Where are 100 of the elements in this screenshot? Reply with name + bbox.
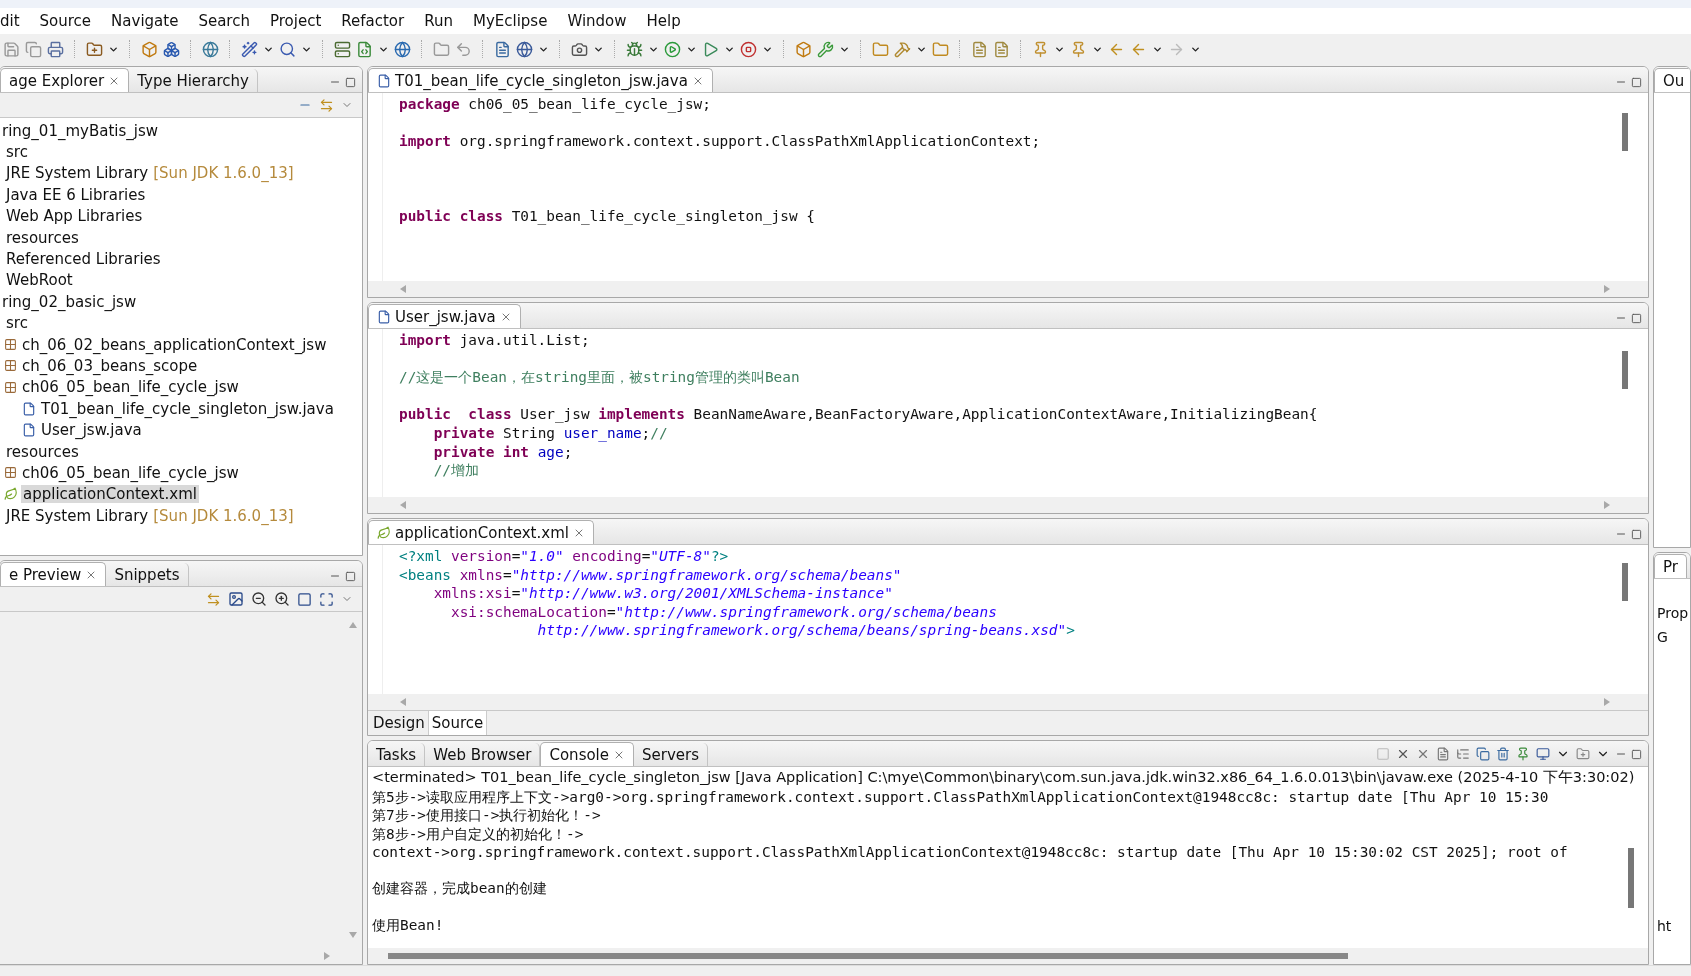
scrollbar-thumb[interactable] [1622,563,1628,601]
tree-item[interactable]: JRE System Library [4,164,151,183]
code-line: import java.util.List; [399,331,591,350]
tree-item[interactable]: ch06_05_bean_life_cycle_jsw [20,378,241,397]
tree-item[interactable]: T01_bean_life_cycle_singleton_jsw.java [39,399,336,418]
zoom-out-icon[interactable] [250,590,268,608]
copy-icon[interactable] [1475,746,1491,762]
panel-tab[interactable]: age Explorer [0,68,130,92]
java-file-icon [377,73,391,88]
panel-tab[interactable]: e Preview [0,562,107,586]
menu-item[interactable]: dit [0,12,30,32]
tree-item[interactable]: src [4,143,30,162]
menu-item[interactable]: Help [636,12,691,32]
document-icon[interactable] [493,39,512,59]
document-icon[interactable] [970,39,989,59]
folder-plus-icon[interactable] [85,39,104,59]
menu-item[interactable]: Window [557,12,637,32]
code-line: <?xml version="1.0" encoding="UTF-8"?> [399,547,730,566]
tree-item[interactable]: Java EE 6 Libraries [4,185,148,204]
maximize-icon[interactable] [1631,312,1642,324]
stop-icon[interactable] [739,39,758,59]
fit-icon[interactable] [318,590,335,608]
console-tab[interactable]: Console [540,742,634,766]
tree-item[interactable]: Referenced Libraries [4,250,163,269]
zoom-in-icon[interactable] [273,590,291,608]
tree-item[interactable]: applicationContext.xml [21,485,199,504]
box-icon[interactable] [794,39,813,59]
tree-item[interactable]: ring_02_basic_jsw [0,292,139,311]
tree-item[interactable]: ring_01_myBatis_jsw [0,121,161,140]
tree-item[interactable]: resources [4,442,81,461]
boxes-icon[interactable] [162,39,181,59]
tree-item[interactable]: Web App Libraries [4,207,145,226]
code-line: //增加 [432,461,480,480]
package-icon [4,380,17,394]
actual-size-icon[interactable] [296,590,313,608]
editor-tab[interactable]: User_jsw.java [368,304,521,328]
java-file-icon [377,309,391,324]
tree-item-decoration: [Sun JDK 1.6.0_13] [153,164,294,183]
image-icon[interactable] [227,590,245,608]
maximize-icon[interactable] [345,570,356,582]
menu-item[interactable]: Run [414,12,463,32]
tree-item[interactable]: ch06_05_bean_life_cycle_jsw [20,463,241,482]
tree-item[interactable]: User_jsw.java [39,421,144,440]
menu-item[interactable]: Navigate [101,12,189,32]
tree-item[interactable]: JRE System Library [4,506,151,525]
tree-item[interactable]: resources [4,228,81,247]
box-icon[interactable] [140,39,159,59]
menu-item[interactable]: MyEclipse [462,12,558,32]
menu-item[interactable]: Search [188,12,260,32]
document-icon[interactable] [992,39,1011,59]
leaf-icon [4,487,18,502]
tree-item[interactable]: WebRoot [4,271,75,290]
code-line: package ch06_05_bean_life_cycle_jsw; [399,95,712,114]
panel-tab[interactable]: Ou [1654,68,1690,92]
maximize-icon[interactable] [1631,76,1642,88]
bug-icon[interactable] [625,39,644,59]
globe-icon[interactable] [201,39,220,59]
maximize-icon[interactable] [1631,528,1642,540]
maximize-icon[interactable] [345,76,356,88]
package-icon [4,359,17,373]
tree-item[interactable]: ch_06_03_beans_scope [20,357,200,375]
floppy-disk-icon[interactable] [2,39,21,59]
document-icon[interactable] [1435,746,1451,762]
maximize-icon[interactable] [1631,748,1642,760]
property-value: ht [1656,917,1673,936]
scrollbar-thumb[interactable] [388,953,1348,959]
menu-item[interactable]: Refactor [331,12,415,32]
panel-tab[interactable]: Snippets [106,563,189,586]
code-line: http://www.springframework.org/schema/beans/spring-beans.xsd"> [536,621,1076,640]
server-icon[interactable] [333,39,352,59]
java-file-icon [22,423,36,438]
file-code-icon[interactable] [355,39,374,59]
tree-item[interactable]: src [4,314,30,333]
wand-icon[interactable] [240,39,259,59]
pin-icon[interactable] [1515,746,1531,762]
folder-icon[interactable] [432,39,451,59]
globe-icon[interactable] [393,39,412,59]
menu-item[interactable]: Project [259,12,332,32]
console-tab[interactable]: Tasks [368,743,426,766]
editor-mode-tab[interactable]: Design [370,711,429,735]
panel-tab[interactable]: Pr [1654,554,1687,578]
search-icon[interactable] [278,39,297,59]
editor-mode-tab[interactable]: Source [428,711,488,735]
package-icon [4,338,17,352]
tree-item[interactable]: ch_06_02_beans_applicationContext_jsw [20,335,329,354]
monitor-icon[interactable] [1535,746,1551,762]
scrollbar-thumb[interactable] [1628,848,1634,908]
panel-tab[interactable]: Type Hierarchy [129,69,258,92]
folder-icon[interactable] [871,39,890,59]
printer-icon[interactable] [46,39,65,59]
globe-icon[interactable] [515,39,534,59]
scrollbar-thumb[interactable] [1622,113,1628,151]
scrollbar-thumb[interactable] [1622,351,1628,389]
leaf-icon [377,525,391,540]
menu-item[interactable]: Source [29,12,102,32]
copy-icon[interactable] [24,39,43,59]
editor-tab[interactable]: applicationContext.xml [368,520,594,544]
console-tab[interactable]: Servers [634,743,709,766]
list-icon[interactable] [1455,746,1471,762]
editor-tab[interactable]: T01_bean_life_cycle_singleton_jsw.java [368,68,713,92]
